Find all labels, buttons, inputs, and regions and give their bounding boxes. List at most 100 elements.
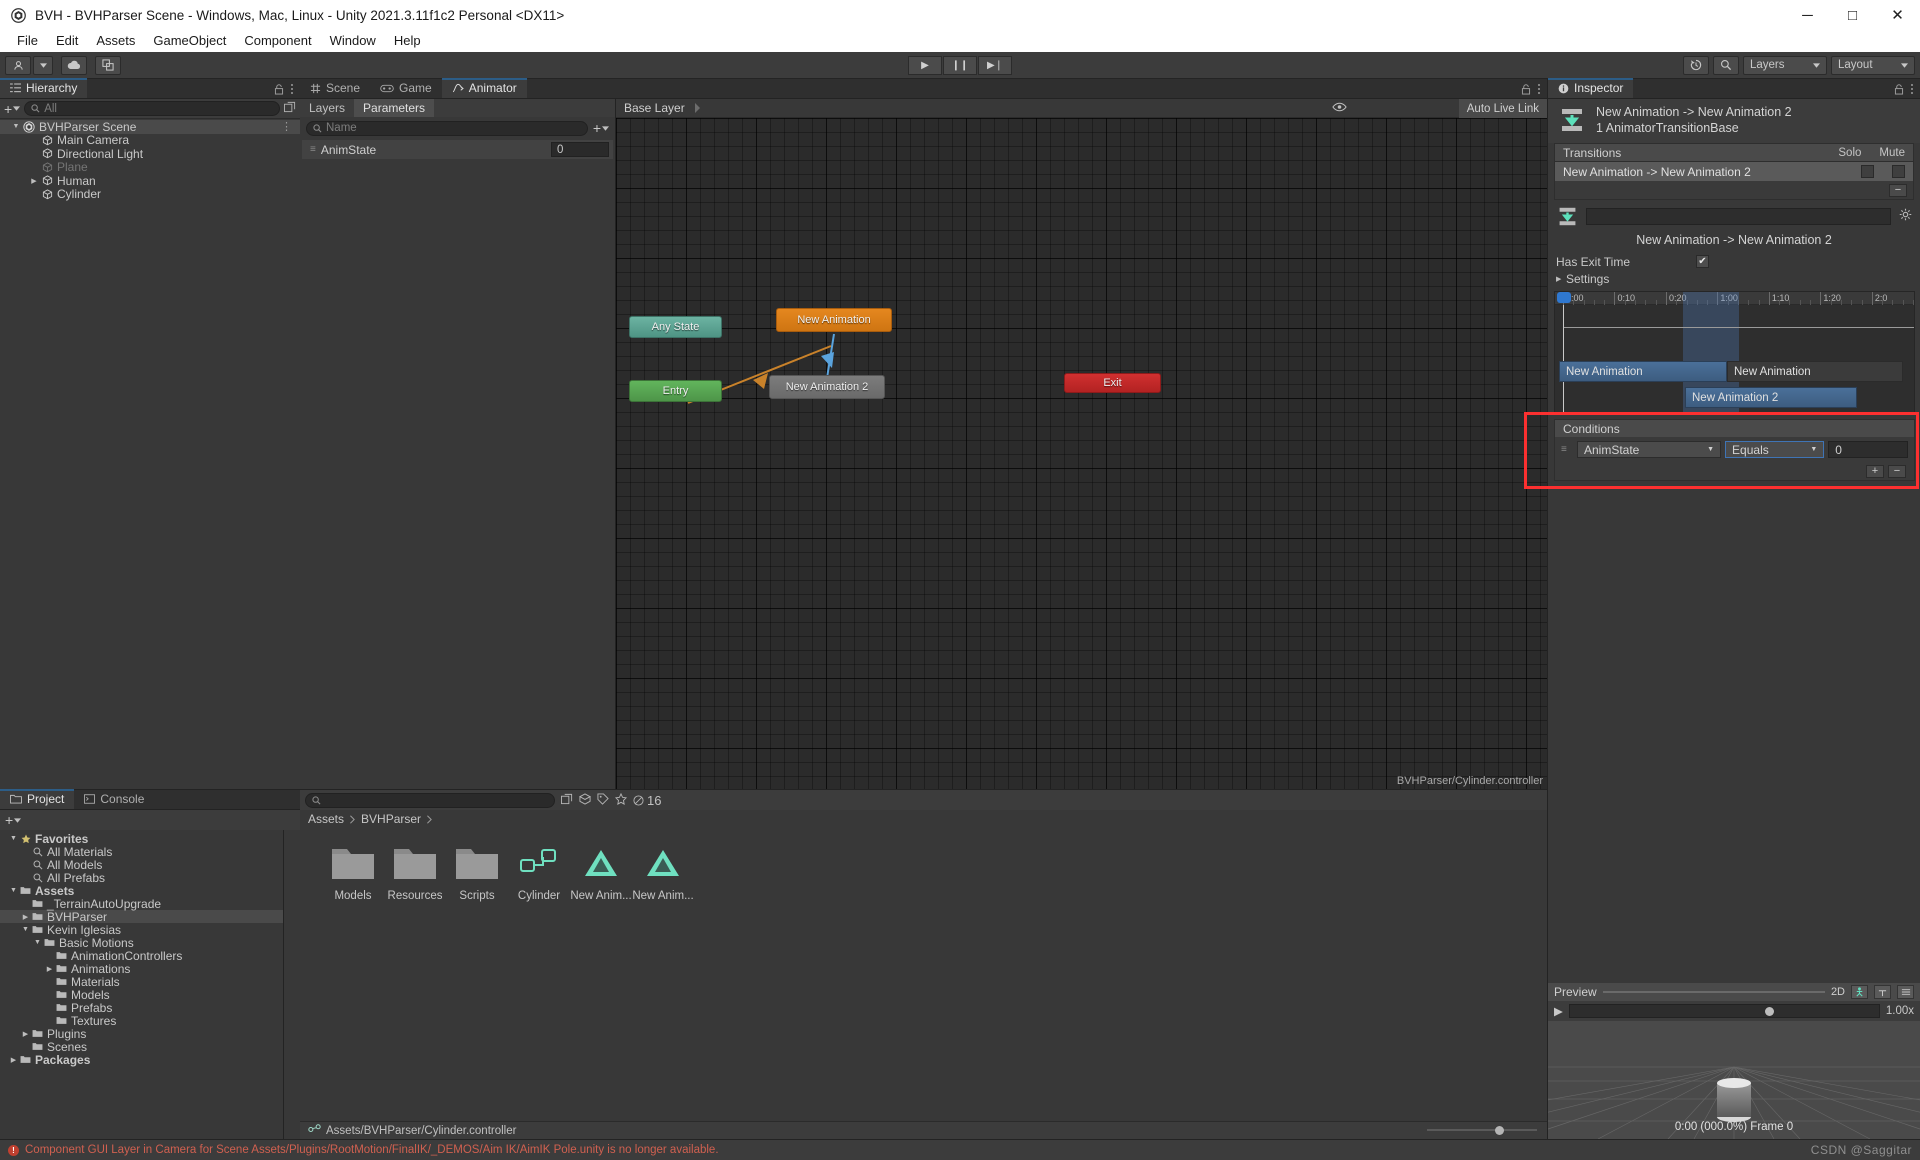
maximize-button[interactable]: □ (1830, 0, 1875, 30)
preview-viewport[interactable]: 0:00 (000.0%) Frame 0 (1548, 1021, 1920, 1139)
project-tree-item-plugins[interactable]: ▶Plugins (0, 1027, 283, 1040)
state-node-new-animation[interactable]: New Animation (776, 308, 892, 332)
preview-scrubber-knob[interactable] (1765, 1007, 1774, 1016)
transitions-list[interactable]: New Animation -> New Animation 2 − (1554, 161, 1914, 200)
tab-project[interactable]: Project (0, 789, 74, 809)
parameter-row[interactable]: ≡ AnimState 0 (302, 140, 613, 159)
preview-play-button[interactable]: ▶ (1554, 1004, 1563, 1018)
preview-light-icon[interactable] (1874, 985, 1891, 999)
project-tree[interactable]: ▼FavoritesAll MaterialsAll ModelsAll Pre… (0, 830, 284, 1139)
minimize-button[interactable]: ─ (1785, 0, 1830, 30)
save-search-icon[interactable] (561, 793, 573, 808)
menu-window[interactable]: Window (321, 30, 385, 52)
chevron-right-icon[interactable]: ▶ (8, 1056, 19, 1064)
step-button[interactable]: ▶❘ (978, 56, 1012, 75)
project-tree-item-scenes[interactable]: Scenes (0, 1040, 283, 1053)
layout-dropdown[interactable]: Layout (1831, 56, 1915, 75)
hierarchy-item-plane[interactable]: Plane (0, 161, 300, 175)
eye-icon[interactable] (1332, 101, 1347, 115)
menu-file[interactable]: File (8, 30, 47, 52)
project-tree-item-materials[interactable]: Materials (0, 975, 283, 988)
play-button[interactable]: ▶ (908, 56, 942, 75)
account-icon[interactable] (5, 56, 31, 75)
menu-edit[interactable]: Edit (47, 30, 87, 52)
tab-inspector[interactable]: Inspector (1548, 78, 1633, 98)
tab-game[interactable]: Game (370, 78, 442, 98)
hierarchy-item-directional-light[interactable]: Directional Light (0, 147, 300, 161)
menu-component[interactable]: Component (235, 30, 320, 52)
menu-help[interactable]: Help (385, 30, 430, 52)
settings-foldout[interactable]: ▶ Settings (1548, 270, 1920, 287)
remove-condition-button[interactable]: − (1888, 465, 1906, 478)
kebab-icon[interactable]: ⋮ (281, 120, 300, 133)
state-node-any-state[interactable]: Any State (629, 316, 722, 338)
breadcrumb-assets[interactable]: Assets (308, 812, 344, 826)
asset-grid[interactable]: ModelsResourcesScriptsCylinderNew Anim..… (300, 828, 1547, 1121)
project-tree-item-kevin-iglesias[interactable]: ▼Kevin Iglesias (0, 923, 283, 936)
drag-handle-icon[interactable]: ≡ (1561, 444, 1573, 455)
chevron-down-icon[interactable]: ▼ (8, 887, 19, 894)
hierarchy-item-human[interactable]: ▶Human (0, 174, 300, 188)
expand-icon[interactable] (284, 101, 296, 116)
cloud-icon[interactable] (61, 56, 87, 75)
chevron-right-icon[interactable]: ▶ (20, 913, 31, 921)
chevron-right-icon[interactable]: ▶ (28, 177, 40, 185)
project-tree-item-animationcontrollers[interactable]: AnimationControllers (0, 949, 283, 962)
asset-item[interactable]: Scripts (446, 842, 508, 902)
account-dropdown[interactable] (33, 56, 53, 75)
zoom-knob[interactable] (1495, 1126, 1504, 1135)
asset-item[interactable]: New Anim... (632, 842, 694, 902)
history-icon[interactable] (1683, 56, 1709, 75)
project-tree-item-packages[interactable]: ▶Packages (0, 1053, 283, 1066)
hierarchy-item-bvhparser-scene[interactable]: ▼BVHParser Scene⋮ (0, 120, 300, 134)
menu-assets[interactable]: Assets (87, 30, 144, 52)
chevron-down-icon[interactable]: ▼ (20, 926, 31, 933)
chevron-down-icon[interactable]: ▼ (8, 835, 19, 842)
close-button[interactable]: ✕ (1875, 0, 1920, 30)
breadcrumb-bvhparser[interactable]: BVHParser (361, 812, 421, 826)
project-tree-item-textures[interactable]: Textures (0, 1014, 283, 1027)
drag-handle-icon[interactable]: ≡ (310, 144, 315, 155)
project-tree-item-all-materials[interactable]: All Materials (0, 845, 283, 858)
playhead-knob[interactable] (1557, 292, 1571, 303)
project-tree-item-models[interactable]: Models (0, 988, 283, 1001)
lock-icon[interactable] (1894, 84, 1904, 98)
project-tree-item--terrainautoupgrade[interactable]: _TerrainAutoUpgrade (0, 897, 283, 910)
asset-item[interactable]: Models (322, 842, 384, 902)
project-tree-item-bvhparser[interactable]: ▶BVHParser (0, 910, 283, 923)
status-bar[interactable]: ! Component GUI Layer in Camera for Scen… (0, 1139, 1920, 1160)
add-condition-button[interactable]: + (1866, 465, 1884, 478)
chevron-down-icon[interactable]: ▼ (10, 123, 22, 130)
project-tree-item-animations[interactable]: ▶Animations (0, 962, 283, 975)
hierarchy-add-button[interactable]: + (4, 101, 20, 117)
timeline-clip[interactable]: New Animation (1727, 361, 1903, 382)
lock-icon[interactable] (1521, 84, 1531, 98)
layers-dropdown[interactable]: Layers (1743, 56, 1827, 75)
condition-mode-dropdown[interactable]: Equals ▼ (1725, 441, 1824, 458)
project-search-input[interactable] (305, 793, 555, 808)
tab-animator[interactable]: Animator (442, 78, 527, 98)
subtab-layers[interactable]: Layers (300, 99, 354, 117)
lock-icon[interactable] (274, 84, 284, 98)
project-tree-item-all-models[interactable]: All Models (0, 858, 283, 871)
chevron-right-icon[interactable]: ▶ (20, 1030, 31, 1038)
label-icon[interactable] (597, 793, 609, 808)
asset-item[interactable]: New Anim... (570, 842, 632, 902)
transition-solo-checkbox[interactable] (1861, 165, 1874, 178)
transition-mute-checkbox[interactable] (1892, 165, 1905, 178)
asset-zoom-slider[interactable] (1427, 1125, 1537, 1135)
project-tree-item-prefabs[interactable]: Prefabs (0, 1001, 283, 1014)
animator-state-graph[interactable]: BVHParser/Cylinder.controller Any StateE… (616, 118, 1547, 789)
remove-transition-button[interactable]: − (1889, 184, 1907, 197)
transition-timeline[interactable]: 0:000:100:201:001:101:202:0 New Animatio… (1554, 291, 1915, 413)
hierarchy-item-main-camera[interactable]: Main Camera (0, 134, 300, 148)
tab-hierarchy[interactable]: Hierarchy (0, 78, 87, 98)
has-exit-time-checkbox[interactable]: ✔ (1696, 255, 1709, 268)
preview-options-icon[interactable] (1897, 985, 1914, 999)
transition-row[interactable]: New Animation -> New Animation 2 (1555, 162, 1913, 181)
pause-button[interactable]: ❙❙ (943, 56, 977, 75)
preview-scrubber[interactable] (1569, 1004, 1880, 1018)
timeline-clip[interactable]: New Animation 2 (1685, 387, 1857, 408)
hierarchy-list[interactable]: ▼BVHParser Scene⋮Main CameraDirectional … (0, 119, 300, 789)
breadcrumb-base-layer[interactable]: Base Layer (624, 101, 685, 115)
